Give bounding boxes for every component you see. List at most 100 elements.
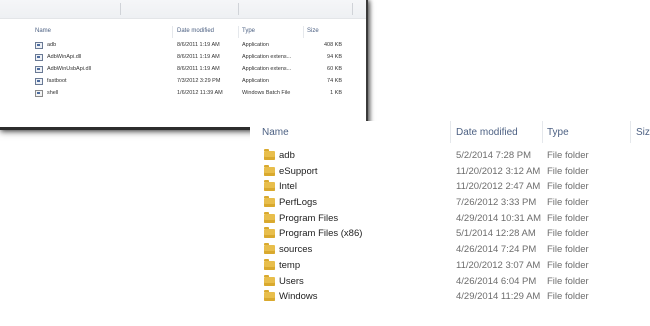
toolbar-divider: [120, 3, 121, 15]
file-date: 8/6/2011 1:19 AM: [177, 42, 220, 48]
file-size: 94 KB: [327, 54, 342, 60]
folder-icon: [264, 196, 275, 208]
folder-name: adb: [279, 150, 295, 161]
folder-type: File folder: [547, 291, 589, 303]
folder-date: 11/20/2012 3:07 AM: [456, 259, 541, 271]
column-header-size[interactable]: Size: [636, 127, 650, 138]
main-column-header: Name Date modified Type Size: [250, 121, 650, 143]
file-row[interactable]: shell 1/6/2012 11:39 AM Windows Batch Fi…: [0, 88, 366, 100]
folder-row[interactable]: Windows 4/29/2014 11:29 AM File folder: [250, 289, 650, 305]
folder-icon: [264, 258, 275, 270]
file-name: shell: [47, 90, 59, 96]
dll-file-icon: [35, 54, 43, 61]
folder-row[interactable]: Users 4/26/2014 6:04 PM File folder: [250, 274, 650, 290]
file-type: Windows Batch File: [242, 90, 291, 96]
toolbar-divider: [238, 3, 239, 15]
folder-name: eSupport: [279, 165, 318, 177]
dll-file-icon: [35, 66, 43, 73]
file-size: 408 KB: [323, 42, 342, 48]
folder-row[interactable]: Program Files (x86) 5/1/2014 12:28 AM Fi…: [250, 226, 650, 242]
folder-date: 5/2/2014 7:28 PM: [456, 150, 531, 161]
folder-icon: [264, 211, 275, 223]
file-row[interactable]: fastboot 7/3/2012 3:29 PM Application 74…: [0, 76, 366, 88]
folder-row[interactable]: PerfLogs 7/26/2012 3:33 PM File folder: [250, 195, 650, 211]
folder-name: Program Files: [279, 212, 339, 224]
folder-icon: [264, 290, 275, 302]
folder-type: File folder: [547, 244, 589, 256]
folder-date: 7/26/2012 3:33 PM: [456, 197, 537, 209]
folder-icon: [264, 164, 275, 176]
column-divider[interactable]: [450, 121, 451, 143]
column-header-name[interactable]: Name: [35, 28, 51, 34]
folder-type: File folder: [547, 197, 589, 209]
folder-date: 5/1/2014 12:28 AM: [456, 228, 536, 240]
file-size: 60 KB: [327, 66, 342, 72]
column-header-date[interactable]: Date modified: [456, 127, 518, 138]
folder-row[interactable]: adb 5/2/2014 7:28 PM File folder: [250, 148, 650, 164]
folder-date: 4/26/2014 7:24 PM: [456, 244, 537, 256]
folder-icon: [264, 180, 275, 192]
file-row[interactable]: adb 8/6/2011 1:19 AM Application 408 KB: [0, 40, 366, 52]
folder-name: Windows: [279, 291, 318, 303]
file-name: adb: [47, 42, 57, 48]
folder-row[interactable]: Intel 11/20/2012 2:47 AM File folder: [250, 179, 650, 195]
folder-type: File folder: [547, 165, 589, 177]
folder-icon: [264, 243, 275, 255]
top-toolbar-strip: [0, 0, 366, 19]
file-type: Application extens...: [242, 54, 292, 60]
folder-name: Program Files (x86): [279, 228, 363, 240]
column-header-size[interactable]: Size: [307, 28, 319, 34]
batch-file-icon: [35, 90, 43, 97]
file-date: 8/6/2011 1:19 AM: [177, 54, 220, 60]
main-explorer-list: Name Date modified Type Size adb 5/2/201…: [250, 121, 650, 326]
column-divider[interactable]: [542, 121, 543, 143]
folder-name: Users: [279, 275, 304, 287]
file-row[interactable]: AdbWinApi.dll 8/6/2011 1:19 AM Applicati…: [0, 52, 366, 64]
file-date: 1/6/2012 11:39 AM: [177, 90, 223, 96]
folder-type: File folder: [547, 150, 589, 161]
folder-date: 4/29/2014 11:29 AM: [456, 291, 541, 303]
top-explorer-window: Name Date modified Type Size adb 8/6/201…: [0, 0, 368, 130]
folder-row[interactable]: eSupport 11/20/2012 3:12 AM File folder: [250, 164, 650, 180]
file-name: fastboot: [47, 78, 67, 84]
top-file-list: adb 8/6/2011 1:19 AM Application 408 KB …: [0, 40, 366, 100]
folder-name: PerfLogs: [279, 197, 318, 209]
column-divider[interactable]: [172, 26, 173, 38]
file-size: 1 KB: [330, 90, 342, 96]
file-name: AdbWinUsbApi.dll: [47, 66, 92, 72]
folder-icon: [264, 227, 275, 239]
file-date: 7/3/2012 3:29 PM: [177, 78, 221, 84]
file-type: Application extens...: [242, 66, 292, 72]
file-name: AdbWinApi.dll: [47, 54, 82, 60]
folder-date: 11/20/2012 3:12 AM: [456, 165, 541, 177]
top-column-header: Name Date modified Type Size: [0, 26, 366, 38]
column-header-type[interactable]: Type: [242, 28, 255, 34]
folder-row[interactable]: Program Files 4/29/2014 10:31 AM File fo…: [250, 211, 650, 227]
folder-date: 11/20/2012 2:47 AM: [456, 181, 541, 193]
folder-icon: [264, 149, 275, 160]
folder-row[interactable]: sources 4/26/2014 7:24 PM File folder: [250, 242, 650, 258]
folder-row[interactable]: temp 11/20/2012 3:07 AM File folder: [250, 258, 650, 274]
file-size: 74 KB: [327, 78, 342, 84]
folder-name: temp: [279, 259, 301, 271]
column-divider[interactable]: [630, 121, 631, 143]
file-type: Application: [242, 42, 269, 48]
file-date: 8/6/2011 1:19 AM: [177, 66, 220, 72]
column-header-name[interactable]: Name: [262, 127, 289, 138]
folder-name: sources: [279, 244, 313, 256]
folder-name: Intel: [279, 181, 297, 193]
application-icon: [35, 42, 43, 49]
column-header-type[interactable]: Type: [547, 127, 569, 138]
column-header-date[interactable]: Date modified: [177, 28, 214, 34]
column-divider[interactable]: [238, 26, 239, 38]
folder-type: File folder: [547, 212, 589, 224]
folder-type: File folder: [547, 259, 589, 271]
main-folder-list: adb 5/2/2014 7:28 PM File folder eSuppor…: [250, 148, 650, 305]
column-divider[interactable]: [303, 26, 304, 38]
file-type: Application: [242, 78, 269, 84]
folder-date: 4/26/2014 6:04 PM: [456, 275, 537, 287]
application-icon: [35, 78, 43, 85]
file-row[interactable]: AdbWinUsbApi.dll 8/6/2011 1:19 AM Applic…: [0, 64, 366, 76]
folder-type: File folder: [547, 275, 589, 287]
folder-date: 4/29/2014 10:31 AM: [456, 212, 542, 224]
